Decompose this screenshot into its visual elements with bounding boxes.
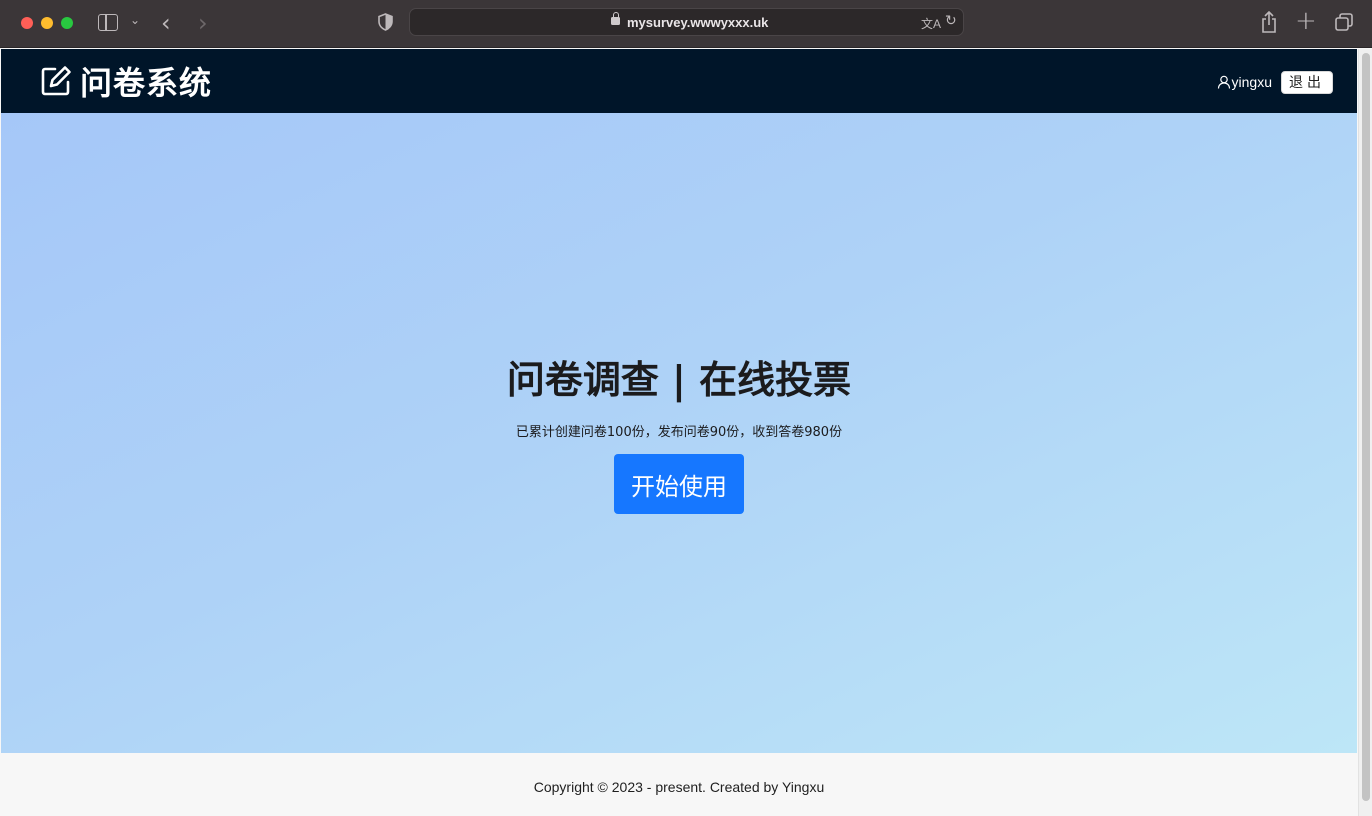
page-viewport: 问卷系统 yingxu 退出 问卷调查 | 在线投票 已累计创建问卷100份，发… — [1, 49, 1357, 816]
translate-icon[interactable]: 文A — [921, 15, 941, 32]
hero-section: 问卷调查 | 在线投票 已累计创建问卷100份，发布问卷90份，收到答卷980份… — [1, 113, 1357, 753]
close-window-button[interactable] — [21, 17, 33, 29]
start-button[interactable]: 开始使用 — [614, 454, 744, 514]
reload-icon[interactable]: ↻ — [945, 13, 957, 29]
zoom-window-button[interactable] — [61, 17, 73, 29]
browser-window: ⌄ ‹ › mysurvey.wwwyxxx.uk 文A ↻ + 问卷系统 yi… — [0, 0, 1372, 816]
minimize-window-button[interactable] — [41, 17, 53, 29]
username[interactable]: yingxu — [1232, 74, 1272, 90]
chevron-down-icon[interactable]: ⌄ — [130, 13, 140, 27]
site-logo[interactable]: 问卷系统 — [40, 63, 212, 102]
forward-icon: › — [198, 9, 208, 37]
site-footer: Copyright © 2023 - present. Created by Y… — [1, 753, 1357, 816]
sidebar-icon[interactable] — [98, 14, 118, 31]
browser-toolbar: ⌄ ‹ › mysurvey.wwwyxxx.uk 文A ↻ + — [0, 0, 1372, 48]
page-scrollbar[interactable] — [1358, 49, 1372, 816]
scrollbar-thumb[interactable] — [1362, 53, 1370, 801]
hero-stats: 已累计创建问卷100份，发布问卷90份，收到答卷980份 — [515, 425, 843, 440]
hero-title: 问卷调查 | 在线投票 — [506, 358, 852, 402]
new-tab-icon[interactable]: + — [1295, 6, 1317, 36]
back-icon[interactable]: ‹ — [161, 9, 171, 37]
url-text[interactable]: mysurvey.wwwyxxx.uk — [627, 15, 768, 30]
shield-icon[interactable] — [378, 13, 393, 31]
edit-icon — [41, 66, 71, 96]
user-icon — [1217, 75, 1230, 89]
site-title: 问卷系统 — [80, 64, 213, 102]
tab-overview-icon[interactable] — [1335, 13, 1353, 31]
logout-button[interactable]: 退出 — [1281, 70, 1333, 94]
share-icon[interactable] — [1260, 11, 1278, 33]
site-header: 问卷系统 yingxu 退出 — [1, 49, 1357, 113]
copyright-text: Copyright © 2023 - present. Created by Y… — [533, 779, 825, 795]
user-area: yingxu 退出 — [1217, 70, 1333, 94]
address-bar[interactable]: mysurvey.wwwyxxx.uk 文A ↻ — [409, 8, 964, 36]
lock-icon — [611, 12, 620, 25]
